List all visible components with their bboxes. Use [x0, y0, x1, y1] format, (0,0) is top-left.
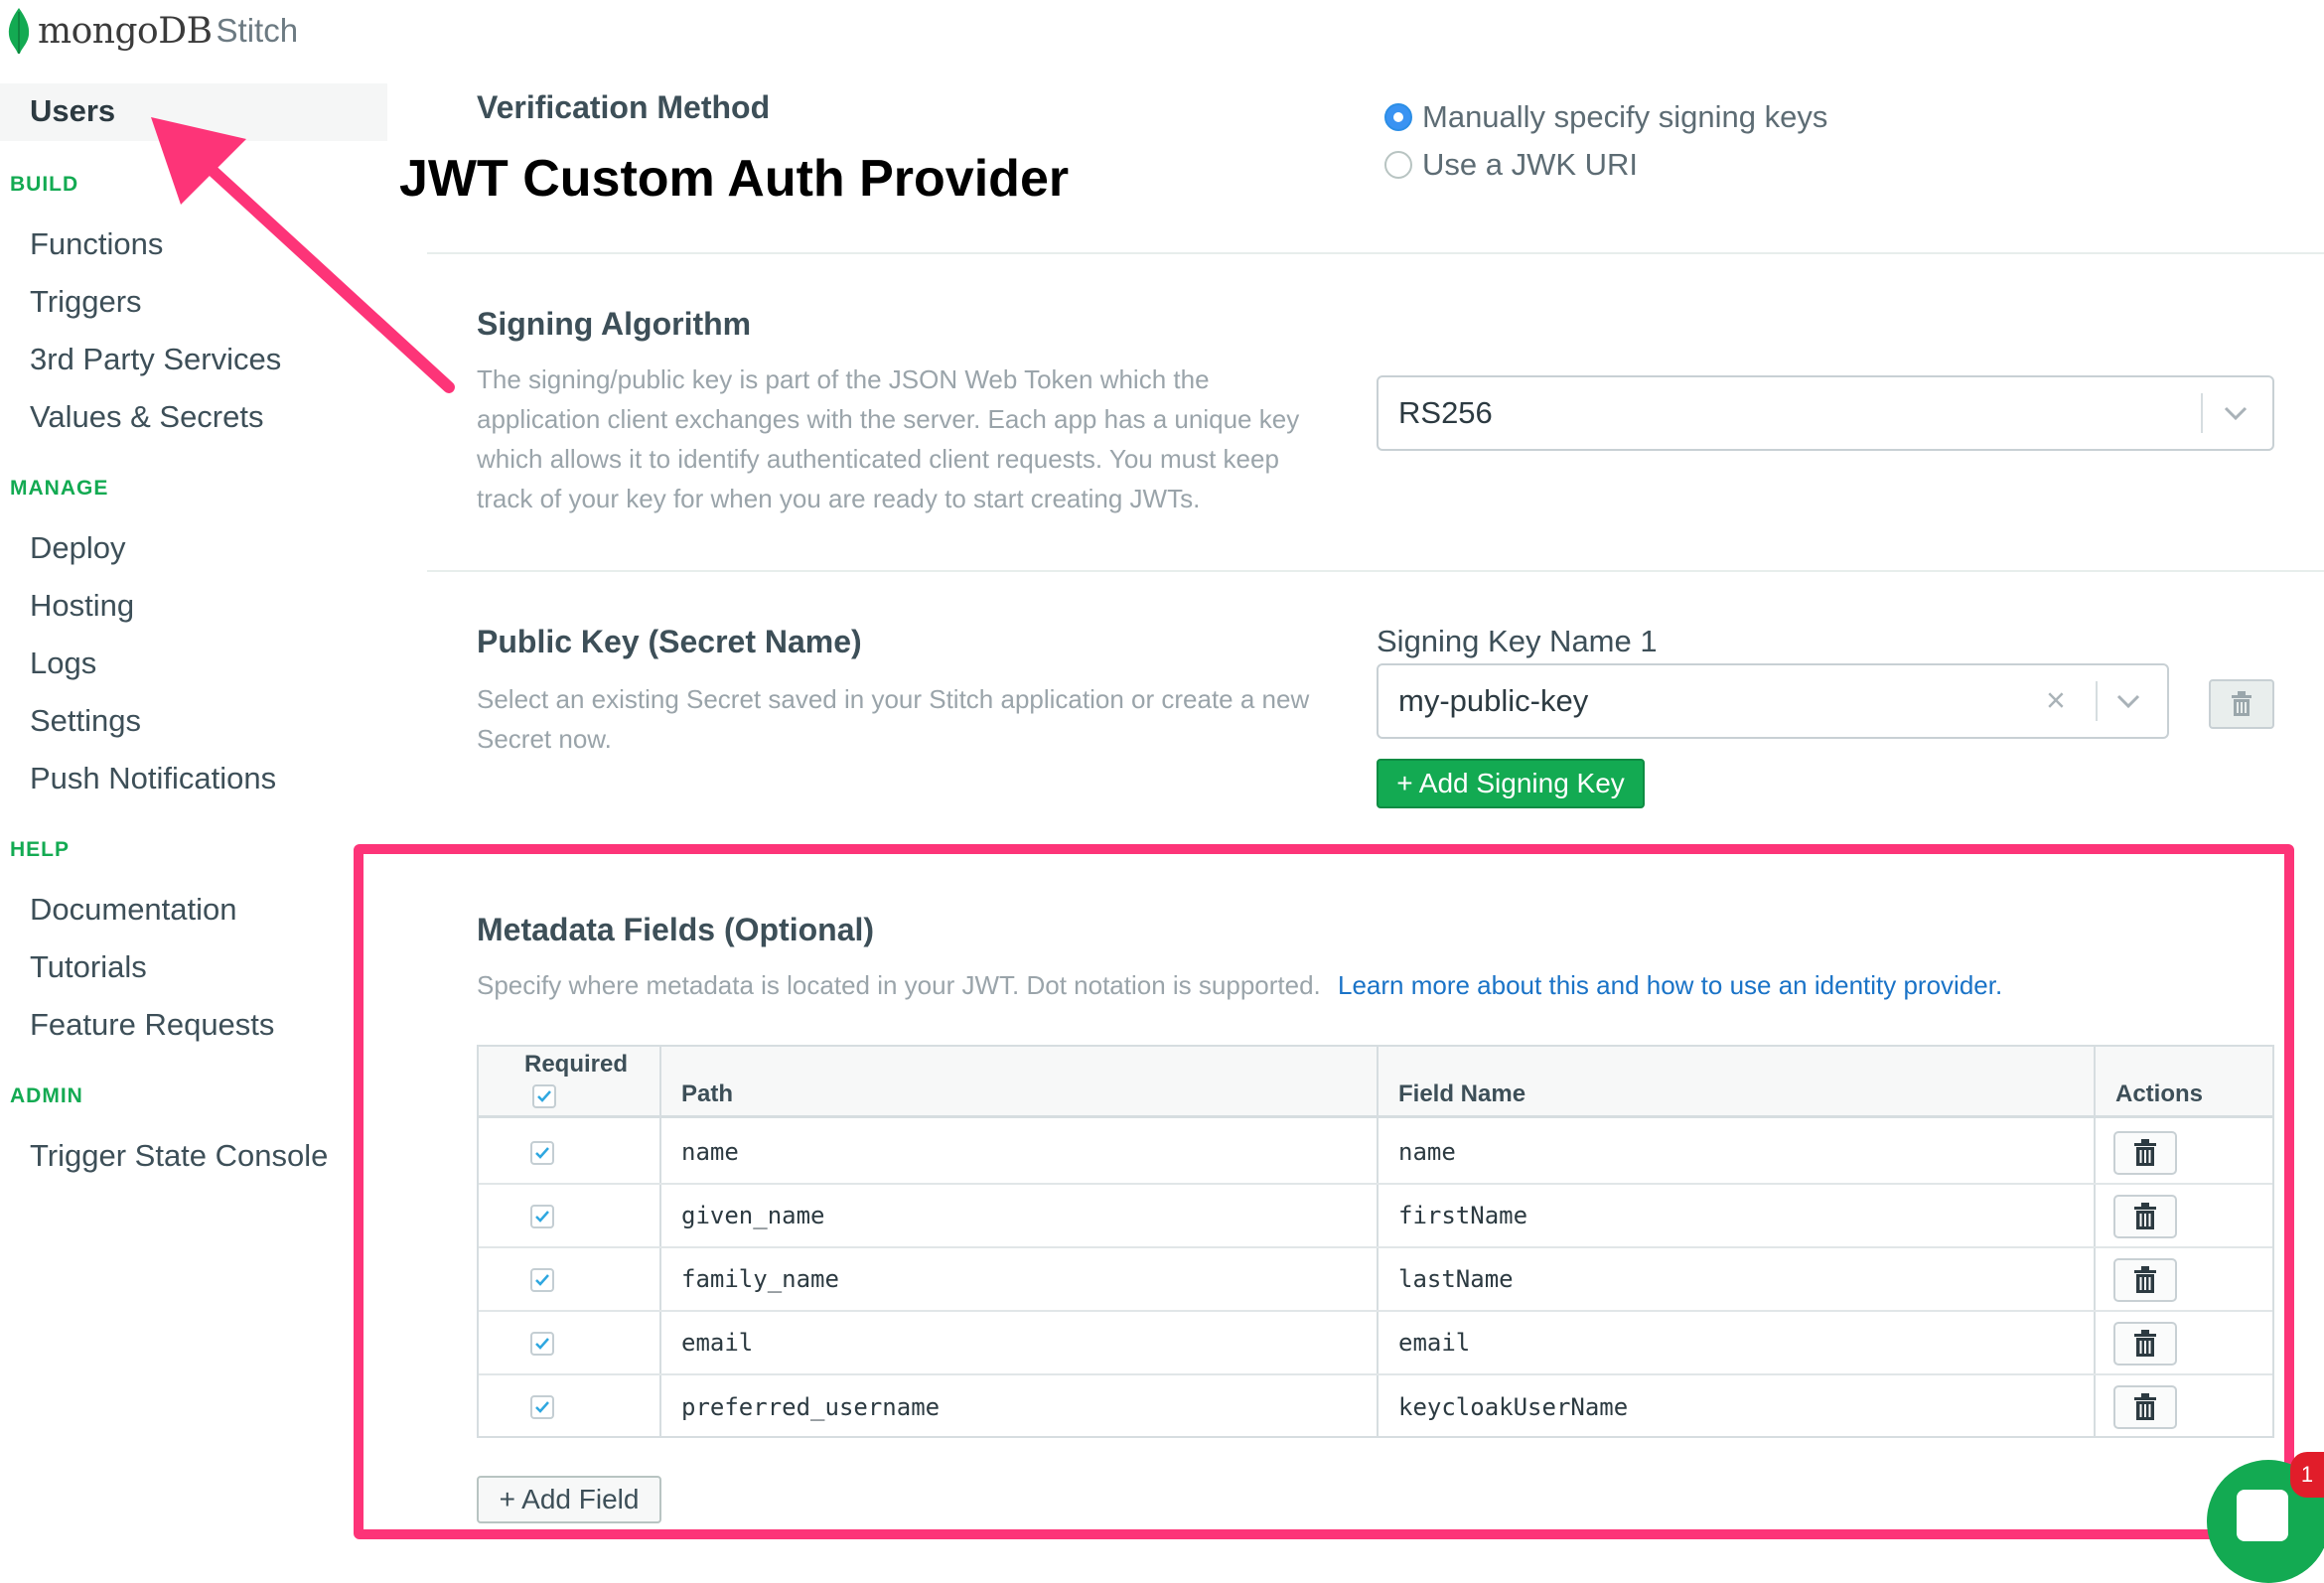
signing-key-select[interactable]: my-public-key ×	[1377, 663, 2169, 739]
signing-algorithm-label: Signing Algorithm	[477, 306, 752, 342]
signing-key-value: my-public-key	[1398, 683, 1589, 718]
radio-unchecked-icon[interactable]	[1384, 151, 1412, 179]
chat-icon	[2237, 1490, 2288, 1541]
verification-method-label: Verification Method	[477, 89, 771, 125]
radio-manual-keys-label: Manually specify signing keys	[1422, 99, 1828, 134]
section-divider	[427, 570, 2324, 572]
sidebar-item-tutorials[interactable]: Tutorials	[30, 949, 147, 985]
sidebar-item-logs[interactable]: Logs	[30, 646, 96, 681]
annotation-title: JWT Custom Auth Provider	[399, 150, 1070, 208]
sidebar-item-push-notifications[interactable]: Push Notifications	[30, 761, 276, 796]
sidebar-item-trigger-state-console[interactable]: Trigger State Console	[30, 1138, 328, 1174]
sidebar-item-documentation[interactable]: Documentation	[30, 892, 237, 928]
select-separator	[2201, 392, 2203, 434]
section-label-help: HELP	[10, 838, 71, 861]
section-divider	[427, 252, 2324, 254]
public-key-label: Public Key (Secret Name)	[477, 624, 862, 659]
public-key-description: Select an existing Secret saved in your …	[477, 684, 1310, 754]
sidebar-item-hosting[interactable]: Hosting	[30, 588, 134, 624]
annotation-arrow-icon	[151, 117, 455, 393]
signing-key-name-label: Signing Key Name 1	[1377, 624, 1658, 658]
clear-icon[interactable]: ×	[2046, 682, 2066, 721]
section-label-admin: ADMIN	[10, 1084, 83, 1107]
add-signing-key-button[interactable]: + Add Signing Key	[1377, 759, 1645, 808]
delete-signing-key-button[interactable]	[2209, 679, 2274, 729]
signing-algorithm-select[interactable]: RS256	[1377, 375, 2274, 451]
chevron-down-icon[interactable]	[2221, 403, 2251, 423]
radio-jwk-uri-label: Use a JWK URI	[1422, 147, 1639, 182]
select-separator	[2096, 680, 2098, 722]
chevron-down-icon[interactable]	[2113, 691, 2143, 711]
sidebar-item-deploy[interactable]: Deploy	[30, 530, 126, 566]
section-label-manage: MANAGE	[10, 477, 109, 500]
notification-badge: 1	[2290, 1452, 2324, 1498]
signing-algorithm-value: RS256	[1398, 395, 1493, 430]
signing-algorithm-description: The signing/public key is part of the JS…	[477, 364, 1300, 513]
sidebar-item-feature-requests[interactable]: Feature Requests	[30, 1007, 274, 1043]
radio-checked-icon[interactable]	[1384, 103, 1412, 131]
radio-jwk-uri[interactable]: Use a JWK URI	[1384, 147, 1638, 183]
highlight-box	[354, 844, 2294, 1539]
trash-icon	[2232, 691, 2251, 716]
sidebar-item-settings[interactable]: Settings	[30, 703, 141, 739]
radio-manual-keys[interactable]: Manually specify signing keys	[1384, 99, 1827, 135]
